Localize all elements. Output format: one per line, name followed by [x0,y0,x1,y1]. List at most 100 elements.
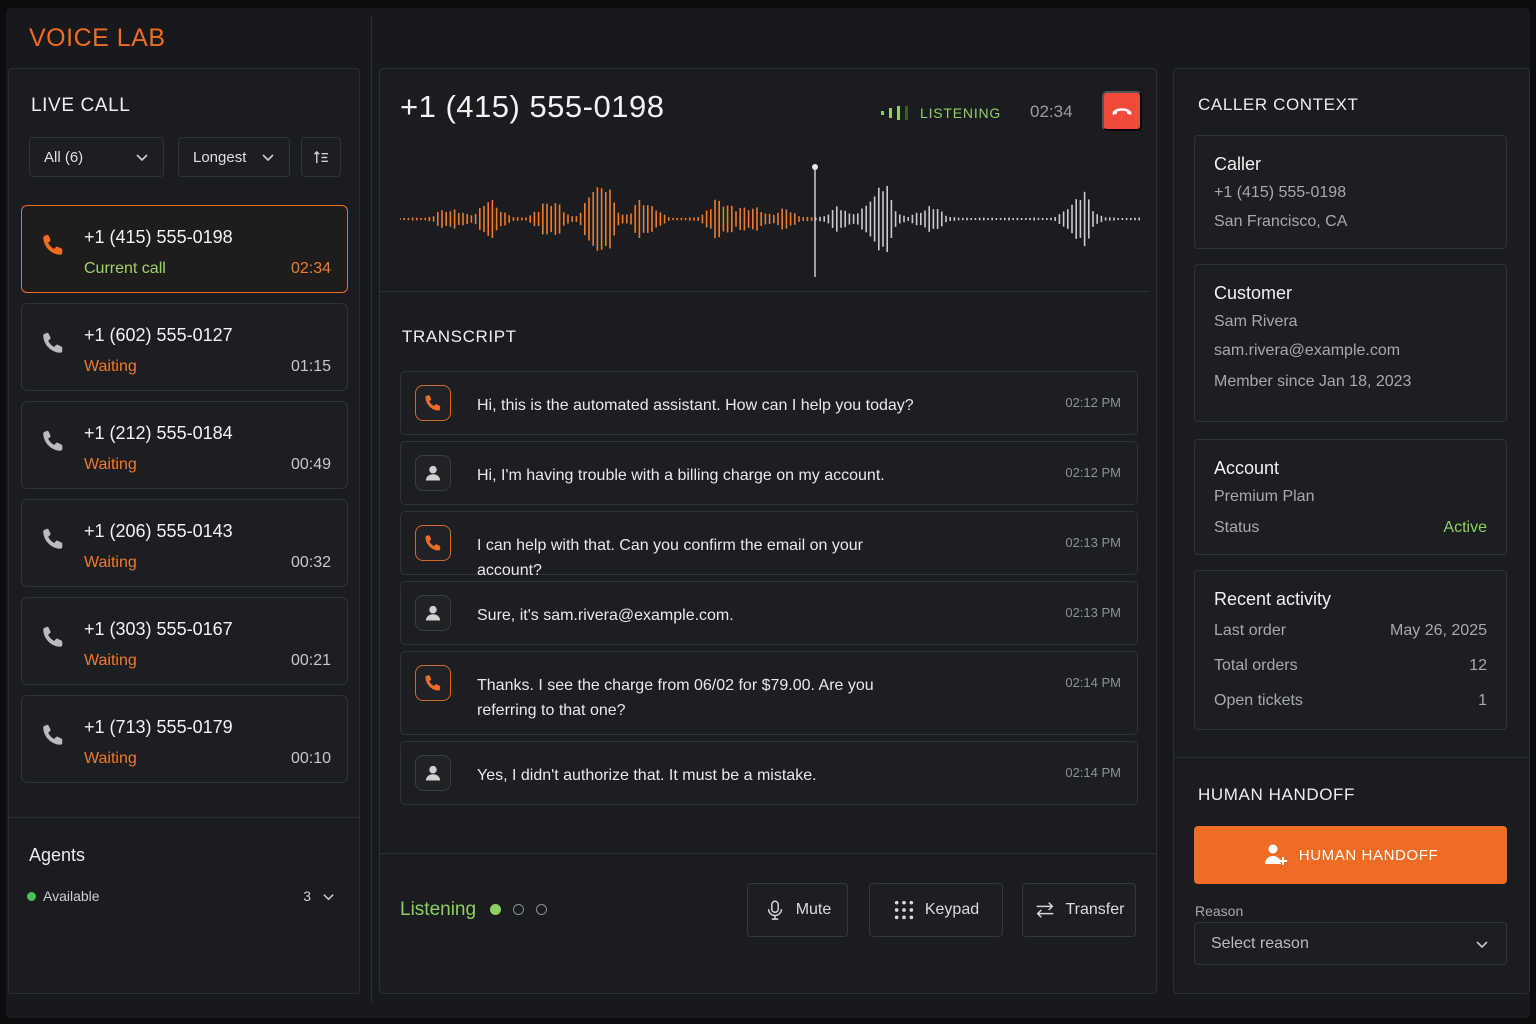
phone-icon [425,395,441,411]
caller-card: Caller +1 (415) 555-0198 San Francisco, … [1194,135,1507,249]
mute-button[interactable]: Mute [747,883,848,937]
assistant-avatar [415,525,451,561]
transcript-message: Hi, I'm having trouble with a billing ch… [400,441,1138,505]
sort-ascending-icon [313,150,328,163]
customer-heading: Customer [1214,283,1293,303]
call-duration: 00:32 [290,554,331,571]
reason-select[interactable]: Select reason [1194,922,1507,965]
sort-label: Longest [193,148,247,166]
chevron-down-icon [323,894,334,901]
call-duration: 00:10 [290,750,331,767]
call-status: Waiting [84,554,137,571]
playhead-knob [812,164,818,170]
audio-waveform [400,164,1140,277]
transcript-message: Sure, it's sam.rivera@example.com. 02:13 … [400,581,1138,645]
customer-since: Member since Jan 18, 2023 [1214,373,1412,390]
divider [380,853,1156,854]
call-duration: 00:49 [290,456,331,473]
call-status: Waiting [84,652,137,669]
call-item-active[interactable]: +1 (415) 555-0198 Current call 02:34 [21,205,348,293]
sort-dropdown[interactable]: Longest [178,137,290,177]
call-item[interactable]: +1 (602) 555-0127 Waiting 01:15 [21,303,348,391]
total-orders-label: Total orders [1214,657,1298,674]
call-item[interactable]: +1 (212) 555-0184 Waiting 00:49 [21,401,348,489]
human-handoff-label: HUMAN HANDOFF [1298,846,1439,864]
microphone-icon [767,900,782,920]
account-status-badge: Active [1443,519,1487,536]
call-number: +1 (212) 555-0184 [84,423,233,443]
caller-number: +1 (415) 555-0198 [1214,184,1347,201]
caller-avatar [415,455,451,491]
account-card: Account Premium Plan Status Active [1194,439,1507,555]
filter-label: All (6) [44,148,84,166]
transcript-message: Thanks. I see the charge from 06/02 for … [400,651,1138,735]
divider [380,291,1150,292]
user-icon [425,765,441,781]
open-tickets-label: Open tickets [1214,692,1303,709]
customer-card: Customer Sam Rivera sam.rivera@example.c… [1194,264,1507,422]
divider [1174,757,1529,758]
call-number: +1 (713) 555-0179 [84,717,233,737]
live-call-title: LIVE CALL [31,95,131,116]
listening-indicator: LISTENING [880,103,1001,123]
column-divider [371,16,372,1004]
add-user-icon [1264,844,1287,865]
message-timestamp: 02:13 PM [1065,605,1121,620]
call-number: +1 (303) 555-0167 [84,619,233,639]
agents-title: Agents [29,845,86,865]
keypad-button[interactable]: Keypad [869,883,1003,937]
dot [536,904,547,915]
call-timer: 02:34 [1030,102,1073,121]
user-icon [425,465,441,481]
message-text: Sure, it's sam.rivera@example.com. [477,607,734,624]
transcript-title: TRANSCRIPT [402,327,517,346]
transfer-button[interactable]: Transfer [1022,883,1136,937]
call-status: Waiting [84,750,137,767]
human-handoff-title: HUMAN HANDOFF [1198,785,1356,804]
account-plan: Premium Plan [1214,488,1315,505]
chevron-down-icon [262,154,274,162]
call-item[interactable]: +1 (303) 555-0167 Waiting 00:21 [21,597,348,685]
sort-order-button[interactable] [301,137,341,177]
call-item[interactable]: +1 (206) 555-0143 Waiting 00:32 [21,499,348,587]
message-text: Hi, this is the automated assistant. How… [477,397,914,414]
call-number: +1 (415) 555-0198 [84,227,233,247]
human-handoff-button[interactable]: HUMAN HANDOFF [1194,826,1507,884]
hang-up-icon [1112,108,1132,115]
message-timestamp: 02:14 PM [1065,765,1121,780]
message-text: I can help with that. Can you confirm th… [477,537,863,579]
call-number: +1 (602) 555-0127 [84,325,233,345]
message-timestamp: 02:12 PM [1065,465,1121,480]
total-orders-value: 12 [1469,657,1487,674]
account-heading: Account [1214,458,1280,478]
message-timestamp: 02:12 PM [1065,395,1121,410]
dot [513,904,524,915]
message-text: Hi, I'm having trouble with a billing ch… [477,467,885,484]
app-window: VOICE LAB LIVE CALL All (6) Longest +1 (… [6,8,1530,1018]
keypad-icon [894,900,914,920]
agents-status-label: Available [43,888,100,904]
call-item[interactable]: +1 (713) 555-0179 Waiting 00:10 [21,695,348,783]
filter-dropdown[interactable]: All (6) [29,137,164,177]
listening-status: Listening [400,899,477,920]
hang-up-button[interactable] [1102,91,1142,131]
account-status-label: Status [1214,519,1260,536]
transcript-message: Yes, I didn't authorize that. It must be… [400,741,1138,805]
recent-activity-card: Recent activity Last order May 26, 2025 … [1194,570,1507,730]
listening-state-label: LISTENING [920,105,1002,121]
call-panel: +1 (415) 555-0198 LISTENING 02:34 TRANSC… [379,68,1157,994]
agents-availability-row[interactable]: Available 3 [27,887,339,907]
caller-location: San Francisco, CA [1214,213,1348,230]
signal-bars-icon [881,106,908,120]
mute-label: Mute [795,901,832,918]
message-text: Yes, I didn't authorize that. It must be… [477,767,817,784]
assistant-avatar [415,385,451,421]
chevron-down-icon [1476,940,1488,948]
caller-context-title: CALLER CONTEXT [1198,95,1359,114]
keypad-label: Keypad [924,901,980,918]
customer-name: Sam Rivera [1214,313,1298,330]
reason-label: Reason [1195,903,1244,919]
activity-heading: Recent activity [1214,589,1332,609]
transcript-message: Hi, this is the automated assistant. How… [400,371,1138,435]
status-dot [27,892,36,901]
